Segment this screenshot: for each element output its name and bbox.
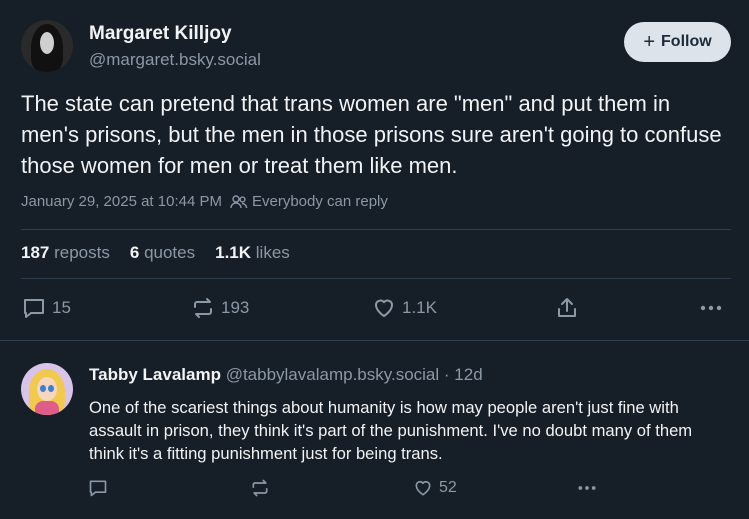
- divider: [21, 278, 731, 279]
- more-options-button[interactable]: [698, 296, 724, 320]
- follow-label: Follow: [661, 33, 712, 50]
- speech-bubble-icon: [88, 478, 108, 498]
- people-icon: [230, 194, 248, 210]
- divider: [21, 229, 731, 230]
- reply-reply-button[interactable]: [88, 478, 108, 498]
- reply-post: Tabby Lavalamp @tabbylavalamp.bsky.socia…: [0, 341, 749, 519]
- like-button[interactable]: 1.1K: [372, 296, 437, 320]
- reposts-stat[interactable]: 187 reposts: [21, 243, 110, 263]
- author-avatar[interactable]: [21, 20, 73, 72]
- heart-icon: [372, 296, 396, 320]
- reply-author-avatar[interactable]: [21, 363, 73, 415]
- reply-more-options-button[interactable]: [576, 478, 598, 498]
- reply-count: 15: [52, 298, 71, 317]
- post-timestamp[interactable]: January 29, 2025 at 10:44 PM: [21, 193, 222, 210]
- reply-setting: Everybody can reply: [230, 193, 388, 210]
- reply-like-button[interactable]: 52: [413, 478, 457, 498]
- share-button[interactable]: [555, 296, 579, 320]
- heart-icon: [413, 478, 433, 498]
- like-count: 1.1K: [402, 298, 437, 317]
- reply-age: · 12d: [443, 365, 483, 384]
- plus-icon: +: [643, 31, 656, 53]
- repost-arrows-icon: [191, 296, 215, 320]
- share-icon: [555, 296, 579, 320]
- reply-repost-button[interactable]: [250, 478, 270, 498]
- reply-text: One of the scariest things about humanit…: [89, 398, 693, 463]
- ellipsis-icon: [576, 478, 598, 498]
- reply-button[interactable]: 15: [22, 296, 71, 320]
- reply-header: Tabby Lavalamp @tabbylavalamp.bsky.socia…: [89, 365, 483, 385]
- author-name[interactable]: Margaret Killjoy: [89, 23, 232, 45]
- main-post: Margaret Killjoy @margaret.bsky.social +…: [0, 0, 749, 341]
- reply-author-handle[interactable]: @tabbylavalamp.bsky.social: [226, 365, 439, 384]
- repost-arrows-icon: [250, 478, 270, 498]
- follow-button[interactable]: + Follow: [624, 22, 731, 62]
- repost-count: 193: [221, 298, 250, 317]
- speech-bubble-icon: [22, 296, 46, 320]
- reply-author-name[interactable]: Tabby Lavalamp: [89, 365, 221, 384]
- post-meta: January 29, 2025 at 10:44 PM Everybody c…: [21, 193, 388, 210]
- reply-like-count: 52: [439, 479, 457, 496]
- repost-button[interactable]: 193: [191, 296, 249, 320]
- post-stats: 187 reposts 6 quotes 1.1K likes: [21, 243, 290, 263]
- quotes-stat[interactable]: 6 quotes: [130, 243, 195, 263]
- reply-setting-label: Everybody can reply: [251, 193, 388, 210]
- author-handle[interactable]: @margaret.bsky.social: [89, 50, 261, 70]
- ellipsis-icon: [698, 296, 724, 320]
- likes-stat[interactable]: 1.1K likes: [215, 243, 290, 263]
- post-text: The state can pretend that trans women a…: [21, 91, 722, 178]
